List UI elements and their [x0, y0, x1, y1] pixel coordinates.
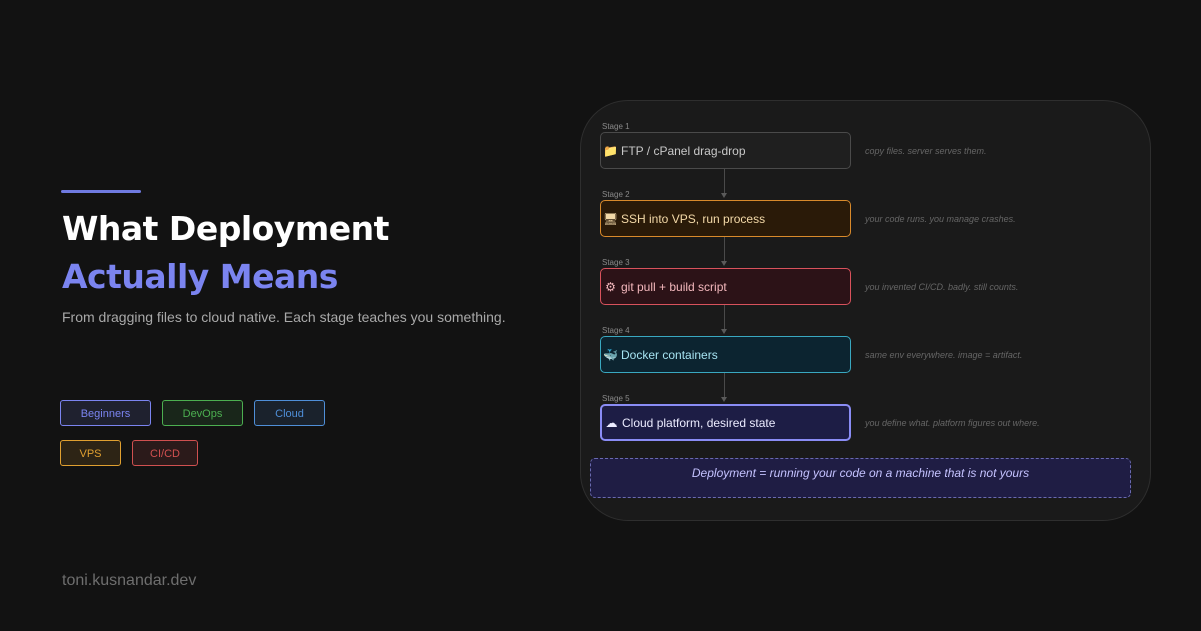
stage-box: ⚙ git pull + build script: [600, 268, 851, 305]
whale-icon: 🐳: [603, 347, 618, 362]
stage-label: Stage 2: [602, 190, 630, 199]
page-title: What Deployment: [62, 209, 389, 248]
tag-ci-cd[interactable]: CI/CD: [132, 440, 198, 466]
connector-line: [724, 373, 725, 398]
stage-note: same env everywhere. image = artifact.: [865, 350, 1023, 360]
summary-box: Deployment = running your code on a mach…: [590, 458, 1131, 498]
monitor-icon: 🖥: [602, 211, 619, 226]
tag-beginners[interactable]: Beginners: [60, 400, 151, 426]
connector-line: [724, 305, 725, 330]
accent-bar: [61, 190, 141, 193]
arrow-down-icon: [721, 397, 727, 402]
tag-vps[interactable]: VPS: [60, 440, 121, 466]
stage-label: Stage 4: [602, 326, 630, 335]
stage-box: 🖥 SSH into VPS, run process: [600, 200, 851, 237]
footer-domain: toni.kusnandar.dev: [62, 572, 197, 589]
stage-label: Stage 3: [602, 258, 630, 267]
cloud-icon: ☁: [605, 415, 618, 430]
arrow-down-icon: [721, 329, 727, 334]
stage-label: Stage 1: [602, 122, 630, 131]
stage-note: copy files. server serves them.: [865, 146, 987, 156]
gear-icon: ⚙: [605, 279, 616, 294]
stage-box: 📁 FTP / cPanel drag-drop: [600, 132, 851, 169]
arrow-down-icon: [721, 193, 727, 198]
folder-icon: 📁: [603, 143, 618, 158]
page-subtitle: From dragging files to cloud native. Eac…: [62, 309, 506, 325]
page-title-highlight: Actually Means: [62, 257, 338, 296]
stage-note: your code runs. you manage crashes.: [865, 214, 1016, 224]
stage-note: you invented CI/CD. badly. still counts.: [865, 282, 1019, 292]
stage-box: ☁ Cloud platform, desired state: [600, 404, 851, 441]
connector-line: [724, 237, 725, 262]
stage-label: Stage 5: [602, 394, 630, 403]
tag-devops[interactable]: DevOps: [162, 400, 243, 426]
stage-box: 🐳 Docker containers: [600, 336, 851, 373]
stage-text: FTP / cPanel drag-drop: [621, 143, 746, 158]
stage-text: git pull + build script: [621, 279, 727, 294]
arrow-down-icon: [721, 261, 727, 266]
stage-text: SSH into VPS, run process: [621, 211, 766, 226]
tag-cloud[interactable]: Cloud: [254, 400, 325, 426]
stage-text: Cloud platform, desired state: [622, 415, 776, 430]
connector-line: [724, 169, 725, 194]
stage-note: you define what. platform figures out wh…: [865, 418, 1040, 428]
stage-text: Docker containers: [621, 347, 718, 362]
